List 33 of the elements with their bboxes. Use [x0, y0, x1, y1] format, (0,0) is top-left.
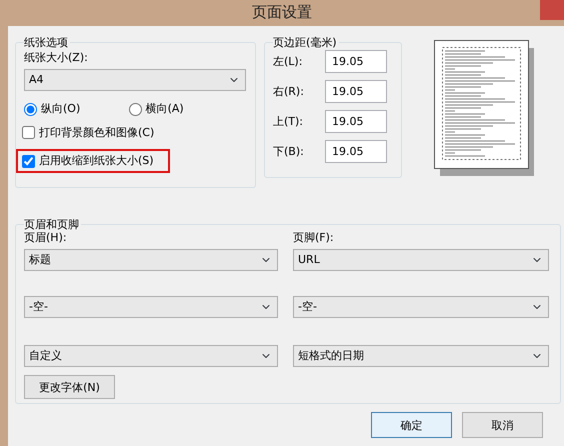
- header-select[interactable]: 标题: [24, 249, 278, 272]
- radio-label: 横向(A): [146, 102, 184, 117]
- group-title: 页边距(毫米): [273, 36, 338, 50]
- checkbox-label: 打印背景颜色和图像(C): [39, 126, 154, 140]
- checkbox-label: 启用收缩到纸张大小(S): [39, 154, 154, 168]
- group-title: 纸张选项: [24, 36, 69, 50]
- change-font-button[interactable]: 更改字体(N): [24, 375, 115, 400]
- field-label: 右(R):: [273, 84, 305, 99]
- window-title: 页面设置: [252, 3, 312, 23]
- radio-label: 纵向(O): [41, 102, 80, 117]
- margin-input[interactable]: 19.05: [325, 50, 387, 74]
- radio-button[interactable]: [24, 103, 37, 116]
- radio-button[interactable]: [128, 103, 142, 116]
- header-select[interactable]: -空-: [24, 296, 278, 318]
- paper-size-select[interactable]: A4: [24, 69, 246, 92]
- group-title: 页眉和页脚: [24, 218, 80, 232]
- margin-input[interactable]: 19.05: [325, 140, 387, 164]
- footer-select[interactable]: URL: [293, 249, 549, 272]
- checkbox[interactable]: [22, 126, 35, 140]
- margin-input[interactable]: 19.05: [325, 80, 387, 104]
- footer-select[interactable]: 短格式的日期: [293, 345, 549, 368]
- field-label: 页眉(H):: [24, 231, 68, 246]
- checkbox[interactable]: [22, 154, 35, 168]
- field-label: 下(B):: [273, 144, 305, 159]
- cancel-button[interactable]: 取消: [462, 412, 543, 438]
- margin-input[interactable]: 19.05: [325, 110, 387, 134]
- field-label: 左(L):: [273, 54, 304, 69]
- footer-select[interactable]: -空-: [293, 296, 549, 318]
- header-select[interactable]: 自定义: [24, 345, 278, 368]
- field-label: 页脚(F):: [293, 231, 335, 246]
- field-label: 上(T):: [273, 114, 304, 129]
- field-label: 纸张大小(Z):: [24, 51, 89, 66]
- ok-button[interactable]: 确定: [371, 412, 452, 438]
